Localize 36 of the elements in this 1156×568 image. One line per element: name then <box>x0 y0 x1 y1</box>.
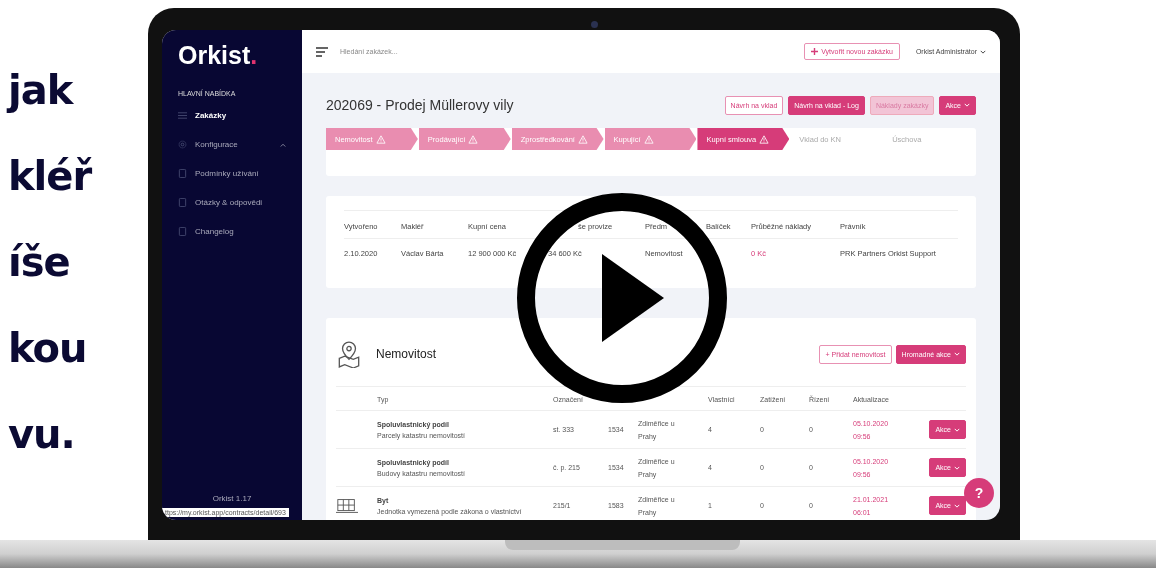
chevron-down-icon <box>954 464 960 471</box>
warning-icon <box>375 134 386 144</box>
caret-icon <box>280 141 286 148</box>
page-icon <box>178 169 187 178</box>
headline-text: kou <box>8 324 88 372</box>
sidebar-item[interactable]: Podmínky užívání <box>162 159 302 188</box>
camera-icon <box>591 21 598 28</box>
gear-icon <box>178 140 187 149</box>
warning-icon <box>577 134 588 144</box>
list-icon <box>178 111 187 120</box>
headline-text: vu. <box>8 410 76 458</box>
plus-icon <box>811 48 819 55</box>
help-button[interactable]: ? <box>964 478 994 508</box>
chevron-down-icon <box>964 102 970 108</box>
menu-icon[interactable] <box>316 46 328 57</box>
warning-icon <box>759 134 770 144</box>
sidebar-item[interactable]: Konfigurace <box>162 130 302 159</box>
warning-icon <box>468 134 479 144</box>
sidebar-item[interactable]: Zakázky <box>162 101 302 130</box>
page-icon <box>178 198 187 207</box>
logo: Orkist. <box>177 40 258 70</box>
page-title: 202069 - Prodej Müllerovy vily <box>326 97 515 113</box>
sidebar-item[interactable]: Changelog <box>162 217 302 246</box>
headline-text: jak <box>8 66 75 114</box>
map-pin-icon <box>336 340 362 368</box>
sidebar-item[interactable]: Otázky & odpovědi <box>162 188 302 217</box>
warning-icon <box>643 134 654 144</box>
chevron-down-icon <box>954 502 960 509</box>
chevron-down-icon <box>954 426 960 433</box>
version-text: Orkist 1.17 <box>212 494 252 503</box>
headline-text: kléř <box>8 152 92 200</box>
chevron-down-icon <box>980 48 986 55</box>
page-icon <box>178 227 187 236</box>
section-title: Nemovitost <box>376 347 438 361</box>
chevron-down-icon <box>954 351 960 357</box>
headline-text: íše <box>8 238 71 286</box>
